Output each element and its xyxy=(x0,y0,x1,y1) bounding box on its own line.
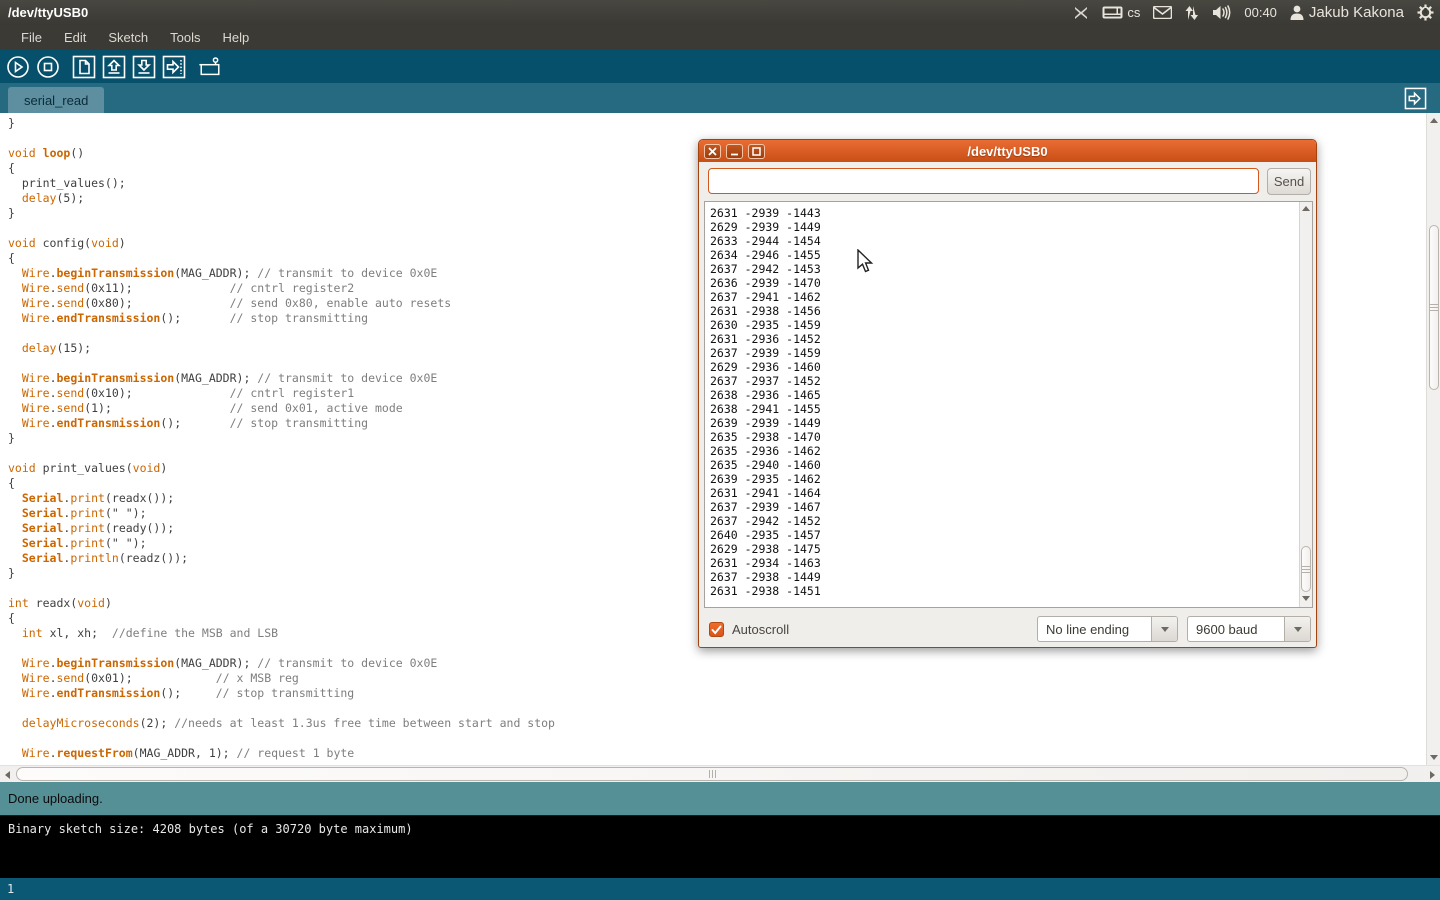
editor-horizontal-scroll-thumb[interactable] xyxy=(16,767,1408,781)
keyboard-layout-indicator[interactable]: cs xyxy=(1127,5,1140,20)
menu-tools[interactable]: Tools xyxy=(159,26,211,49)
menubar: FileEditSketchToolsHelp xyxy=(0,25,1440,50)
maximize-button[interactable] xyxy=(748,144,765,159)
tab-bar: serial_read xyxy=(0,83,1440,113)
indicator-x-icon[interactable] xyxy=(1073,5,1089,21)
serial-scroll-down-arrow[interactable] xyxy=(1302,596,1310,601)
serial-monitor-window: /dev/ttyUSB0 Send 2631 -2939 -1443 2629 … xyxy=(698,139,1317,648)
tab-menu-button[interactable] xyxy=(1404,87,1427,110)
focused-window-title: /dev/ttyUSB0 xyxy=(8,5,88,20)
serial-send-input[interactable] xyxy=(708,168,1259,194)
clock[interactable]: 00:40 xyxy=(1244,5,1277,20)
serial-monitor-titlebar[interactable]: /dev/ttyUSB0 xyxy=(699,140,1316,162)
editor-vertical-scrollbar[interactable] xyxy=(1426,113,1440,765)
line-ending-dropdown[interactable]: No line ending xyxy=(1037,616,1178,642)
line-number: 1 xyxy=(7,882,14,896)
serial-scroll-up-arrow[interactable] xyxy=(1302,206,1310,211)
menu-edit[interactable]: Edit xyxy=(53,26,97,49)
baud-rate-value: 9600 baud xyxy=(1188,617,1284,641)
save-button[interactable] xyxy=(132,55,156,79)
tab-serial-read[interactable]: serial_read xyxy=(8,87,104,113)
open-button[interactable] xyxy=(102,55,126,79)
autoscroll-label[interactable]: Autoscroll xyxy=(732,622,789,637)
serial-monitor-title: /dev/ttyUSB0 xyxy=(699,144,1316,159)
new-sketch-button[interactable] xyxy=(72,55,96,79)
chevron-down-icon[interactable] xyxy=(1284,617,1310,641)
serial-output-rows: 2631 -2939 -1443 2629 -2939 -1449 2633 -… xyxy=(705,202,1312,598)
close-button[interactable] xyxy=(704,144,721,159)
send-button[interactable]: Send xyxy=(1267,168,1311,195)
chevron-down-icon[interactable] xyxy=(1151,617,1177,641)
tab-label: serial_read xyxy=(24,93,88,108)
minimize-button[interactable] xyxy=(726,144,743,159)
serial-scroll-thumb[interactable] xyxy=(1301,546,1311,592)
status-message: Done uploading. xyxy=(8,791,103,806)
serial-vertical-scrollbar[interactable] xyxy=(1299,202,1312,607)
baud-rate-dropdown[interactable]: 9600 baud xyxy=(1187,616,1311,642)
status-bar: Done uploading. xyxy=(0,782,1440,816)
verify-button[interactable] xyxy=(6,55,30,79)
console-output: Binary sketch size: 4208 bytes (of a 307… xyxy=(0,816,1440,878)
send-button-label: Send xyxy=(1274,174,1304,189)
top-panel: /dev/ttyUSB0 cs 00:40 Jakub Kakona xyxy=(0,0,1440,25)
serial-output-area[interactable]: 2631 -2939 -1443 2629 -2939 -1449 2633 -… xyxy=(704,201,1313,608)
editor-vertical-scroll-thumb[interactable] xyxy=(1429,225,1439,390)
menu-file[interactable]: File xyxy=(10,26,53,49)
scroll-down-arrow[interactable] xyxy=(1430,755,1438,760)
line-ending-value: No line ending xyxy=(1038,617,1151,641)
system-tray: cs 00:40 Jakub Kakona xyxy=(1073,0,1434,25)
scroll-left-arrow[interactable] xyxy=(5,771,10,779)
mail-icon[interactable] xyxy=(1153,6,1172,19)
console-line: Binary sketch size: 4208 bytes (of a 307… xyxy=(8,822,413,836)
serial-monitor-button[interactable] xyxy=(198,55,222,79)
keyboard-icon[interactable] xyxy=(1102,6,1123,19)
line-number-strip: 1 xyxy=(0,878,1440,900)
menu-help[interactable]: Help xyxy=(211,26,260,49)
editor-horizontal-scrollbar[interactable] xyxy=(0,765,1440,782)
autoscroll-checkbox[interactable] xyxy=(709,622,724,637)
scroll-right-arrow[interactable] xyxy=(1430,771,1435,779)
session-username[interactable]: Jakub Kakona xyxy=(1309,4,1404,21)
scroll-up-arrow[interactable] xyxy=(1430,118,1438,123)
upload-button[interactable] xyxy=(162,55,186,79)
session-gear-icon[interactable] xyxy=(1417,4,1434,21)
menu-sketch[interactable]: Sketch xyxy=(97,26,159,49)
volume-icon[interactable] xyxy=(1212,5,1231,20)
stop-button[interactable] xyxy=(36,55,60,79)
mouse-cursor xyxy=(857,249,875,280)
serial-monitor-controls: Autoscroll No line ending 9600 baud xyxy=(699,608,1316,648)
sync-arrows-icon[interactable] xyxy=(1185,5,1199,21)
user-icon xyxy=(1290,5,1304,20)
toolbar xyxy=(0,50,1440,83)
